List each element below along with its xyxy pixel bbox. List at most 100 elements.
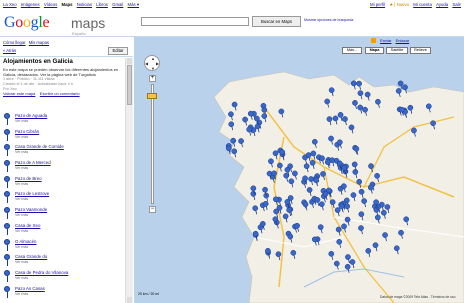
result-subtext[interactable]: Ver más xyxy=(15,213,28,217)
result-subtext[interactable]: Ver más xyxy=(15,245,28,249)
result-name[interactable]: Casa de Xeo xyxy=(15,223,40,228)
nav-maps[interactable]: Maps xyxy=(62,2,73,7)
result-item[interactable]: O Almacén Ver más xyxy=(3,238,123,254)
terrain-button[interactable]: Relieve xyxy=(410,47,431,54)
result-name[interactable]: Pazo de Aguada xyxy=(15,113,47,118)
google-maps-logo[interactable]: Google maps España xyxy=(4,14,134,36)
result-name[interactable]: Pazo de Breo xyxy=(15,176,42,181)
results-panel: Alojamientos en Galicia En este mapa se … xyxy=(0,58,125,303)
result-name[interactable]: Pazo As Casas xyxy=(15,286,45,291)
search-input[interactable] xyxy=(141,17,249,26)
left-panel-header: Cómo llegar Mis mapas « Atrás Editar xyxy=(0,37,133,57)
result-subtext[interactable]: Ver más xyxy=(15,197,28,201)
pan-right-icon[interactable]: ▶ xyxy=(156,61,159,66)
panel-tabs: Cómo llegar Mis mapas xyxy=(3,40,51,45)
result-item[interactable]: Pazo de Lestrove Ver más xyxy=(3,190,123,206)
result-item[interactable]: Pazo de A Merced Ver más xyxy=(3,159,123,175)
result-subtext[interactable]: Ver más xyxy=(15,260,28,264)
pan-down-icon[interactable]: ▼ xyxy=(151,66,155,71)
nav-images[interactable]: Imágenes xyxy=(21,2,40,7)
service-nav: La Xeo Imágenes Vídeos Maps Noticias Lib… xyxy=(3,0,142,9)
map-pin-stem xyxy=(6,197,8,204)
scroll-thumb[interactable] xyxy=(127,65,132,105)
scroll-down-arrow[interactable] xyxy=(127,297,132,303)
nav-books[interactable]: Libros xyxy=(96,2,108,7)
nav-more[interactable]: Más ▾ xyxy=(128,2,139,7)
satellite-button[interactable]: Satélite xyxy=(386,47,408,54)
link-link[interactable]: Enlazar xyxy=(396,38,410,43)
nav-web[interactable]: La Xeo xyxy=(3,2,17,7)
result-item[interactable]: Pazo Cibrán Ver más xyxy=(3,128,123,144)
back-link[interactable]: « Atrás xyxy=(3,48,16,53)
result-item[interactable]: Pazo As Casas Ver más xyxy=(3,285,123,301)
rate-map-link[interactable]: Valorar este mapa xyxy=(3,91,35,96)
my-profile-link[interactable]: Mi perfil xyxy=(370,2,385,7)
result-name[interactable]: O Almacén xyxy=(15,239,36,244)
my-account-link[interactable]: Mi cuenta xyxy=(413,2,432,7)
map-pin-stem xyxy=(6,181,8,188)
zoom-slider-handle[interactable] xyxy=(147,93,157,99)
result-subtext[interactable]: Ver más xyxy=(15,150,28,154)
my-maps-link[interactable]: Mis mapas xyxy=(29,40,49,45)
result-name[interactable]: Casa Grande do xyxy=(15,254,47,259)
result-name[interactable]: Pazo de A Merced xyxy=(15,160,51,165)
map-graphic xyxy=(213,71,464,303)
result-item[interactable]: Casa de Pedra do Vilanova Ver más xyxy=(3,269,123,285)
map-pin-stem xyxy=(6,275,8,282)
map-pin-stem xyxy=(6,291,8,298)
map-canvas[interactable] xyxy=(134,37,464,303)
result-subtext[interactable]: Ver más xyxy=(15,119,28,123)
logo-maps-text: maps xyxy=(71,15,106,31)
new-badge[interactable]: ★ | Nuevo xyxy=(389,2,409,7)
scroll-up-arrow[interactable] xyxy=(127,58,132,64)
result-name[interactable]: Pazo Vaamonde xyxy=(15,207,47,212)
result-name[interactable]: Casa de Pedra do Vilanova xyxy=(15,270,68,275)
result-subtext[interactable]: Ver más xyxy=(15,182,28,186)
sign-out-link[interactable]: Salir xyxy=(452,2,461,7)
map-button[interactable]: Mapa xyxy=(365,47,384,54)
zoom-out-button[interactable]: − xyxy=(149,206,156,213)
send-link[interactable]: Enviar xyxy=(380,38,391,43)
result-item[interactable]: Casa Grande de Cornide Ver más xyxy=(3,143,123,159)
pan-left-icon[interactable]: ◀ xyxy=(145,61,148,66)
pan-up-icon[interactable]: ▲ xyxy=(151,56,155,61)
result-subtext[interactable]: Ver más xyxy=(15,166,28,170)
result-subtext[interactable]: Ver más xyxy=(15,276,28,280)
user-links: Mi perfil ★ | Nuevo Mi cuenta Ayuda Sali… xyxy=(367,0,461,9)
result-item[interactable]: Pazo de Breo Ver más xyxy=(3,175,123,191)
result-name[interactable]: Pazo de Lestrove xyxy=(15,191,49,196)
panel-scrollbar[interactable] xyxy=(125,58,133,303)
result-item[interactable]: Pazo Vaamonde Ver más xyxy=(3,206,123,222)
search-options-link[interactable]: Mostrar opciones de búsqueda xyxy=(304,18,353,22)
rss-icon[interactable] xyxy=(371,38,376,44)
help-link[interactable]: Ayuda xyxy=(436,2,448,7)
directions-link[interactable]: Cómo llegar xyxy=(3,40,26,45)
map-pin-stem xyxy=(6,119,8,125)
result-item[interactable]: Casa Grande do Ver más xyxy=(3,253,123,269)
search-button[interactable]: Buscar en Maps xyxy=(252,16,301,27)
map-copyright: Datos de mapa ©2009 Tele Atlas - Término… xyxy=(380,295,456,299)
nav-videos[interactable]: Vídeos xyxy=(44,2,57,7)
map-description-text: En este mapa se pueden observar los dife… xyxy=(3,67,119,77)
write-comment-link[interactable]: Escribir un comentario xyxy=(40,91,80,96)
map-pin-stem xyxy=(6,244,8,251)
zoom-slider-track[interactable] xyxy=(151,84,154,204)
result-subtext[interactable]: Ver más xyxy=(15,229,28,233)
map-pin-stem xyxy=(6,166,8,173)
nav-gmail[interactable]: Gmail xyxy=(112,2,123,7)
map-actions: Valorar este mapa Escribir un comentario xyxy=(3,91,123,97)
more-button[interactable]: Más... xyxy=(342,47,362,54)
result-subtext[interactable]: Ver más xyxy=(15,135,28,139)
map-scale: 20 km / 20 mi xyxy=(138,292,160,296)
zoom-in-button[interactable]: + xyxy=(149,75,156,82)
edit-button[interactable]: Editar xyxy=(108,47,128,55)
result-name[interactable]: Casa Grande de Cornide xyxy=(15,144,64,149)
map-links: Enviar Enlazar xyxy=(368,38,410,44)
result-item[interactable]: Casa de Xeo Ver más xyxy=(3,222,123,238)
nav-news[interactable]: Noticias xyxy=(77,2,92,7)
pan-control[interactable]: ▲ ◀ ▶ ▼ xyxy=(144,55,160,71)
result-subtext[interactable]: Ver más xyxy=(15,292,28,296)
logo-google-text: Google xyxy=(4,14,50,31)
result-item[interactable]: Pazo de Aguada Ver más xyxy=(3,112,123,128)
result-name[interactable]: Pazo Cibrán xyxy=(15,129,39,134)
